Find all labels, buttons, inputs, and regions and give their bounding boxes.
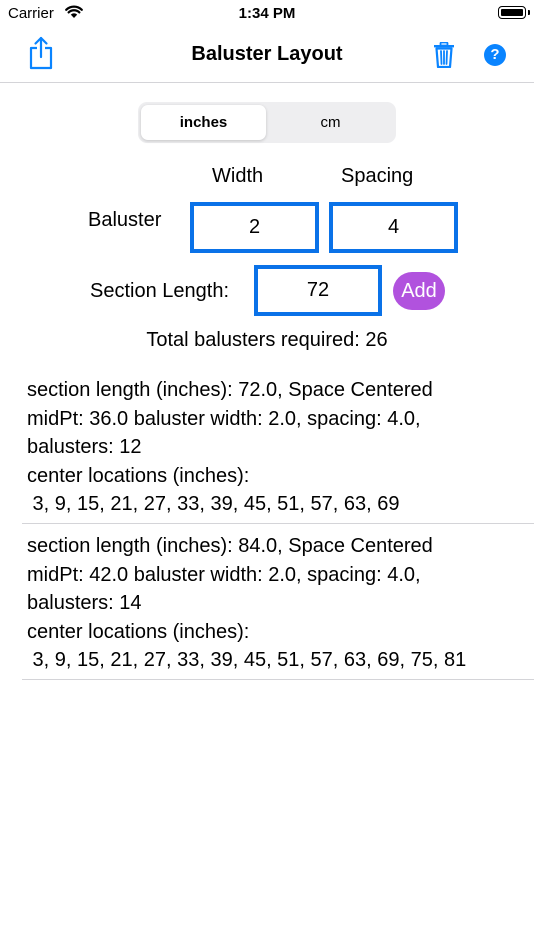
section-summary: section length (inches): 72.0, Space Cen…: [27, 379, 433, 401]
section-length-label: Section Length:: [90, 280, 229, 302]
section-length-input[interactable]: 72: [254, 265, 382, 316]
battery-tip: [528, 10, 530, 15]
width-input[interactable]: 2: [190, 202, 319, 253]
section-midpoint: midPt: 42.0 baluster width: 2.0, spacing…: [27, 563, 421, 586]
add-button[interactable]: Add: [393, 272, 445, 310]
section-baluster-count: balusters: 12: [27, 436, 142, 458]
navigation-bar: Baluster Layout ?: [0, 28, 534, 83]
list-divider: [22, 679, 534, 680]
battery-icon: [498, 6, 526, 19]
section-center-locations: 3, 9, 15, 21, 27, 33, 39, 45, 51, 57, 63…: [27, 649, 467, 671]
list-divider: [22, 523, 534, 524]
units-segmented-control: inches cm: [138, 102, 396, 143]
spacing-input[interactable]: 4: [329, 202, 458, 253]
section-center-locations: 3, 9, 15, 21, 27, 33, 39, 45, 51, 57, 63…: [27, 493, 400, 515]
section-summary: section length (inches): 84.0, Space Cen…: [27, 535, 433, 557]
help-button[interactable]: ?: [484, 44, 506, 66]
section-center-header: center locations (inches):: [27, 620, 250, 643]
spacing-header: Spacing: [341, 165, 414, 187]
section-center-header: center locations (inches):: [27, 464, 250, 487]
trash-icon[interactable]: [433, 42, 455, 68]
section-midpoint: midPt: 36.0 baluster width: 2.0, spacing…: [27, 407, 421, 430]
segment-cm[interactable]: cm: [268, 105, 393, 140]
section-result-1[interactable]: section length (inches): 72.0, Space Cen…: [27, 376, 534, 519]
section-result-2[interactable]: section length (inches): 84.0, Space Cen…: [27, 532, 534, 675]
width-header: Width: [212, 165, 264, 187]
clock: 1:34 PM: [238, 5, 296, 22]
status-bar: Carrier 1:34 PM: [0, 0, 534, 28]
baluster-label: Baluster: [88, 209, 162, 231]
total-balusters: Total balusters required: 26: [146, 329, 388, 351]
segment-inches[interactable]: inches: [141, 105, 266, 140]
section-baluster-count: balusters: 14: [27, 592, 142, 614]
